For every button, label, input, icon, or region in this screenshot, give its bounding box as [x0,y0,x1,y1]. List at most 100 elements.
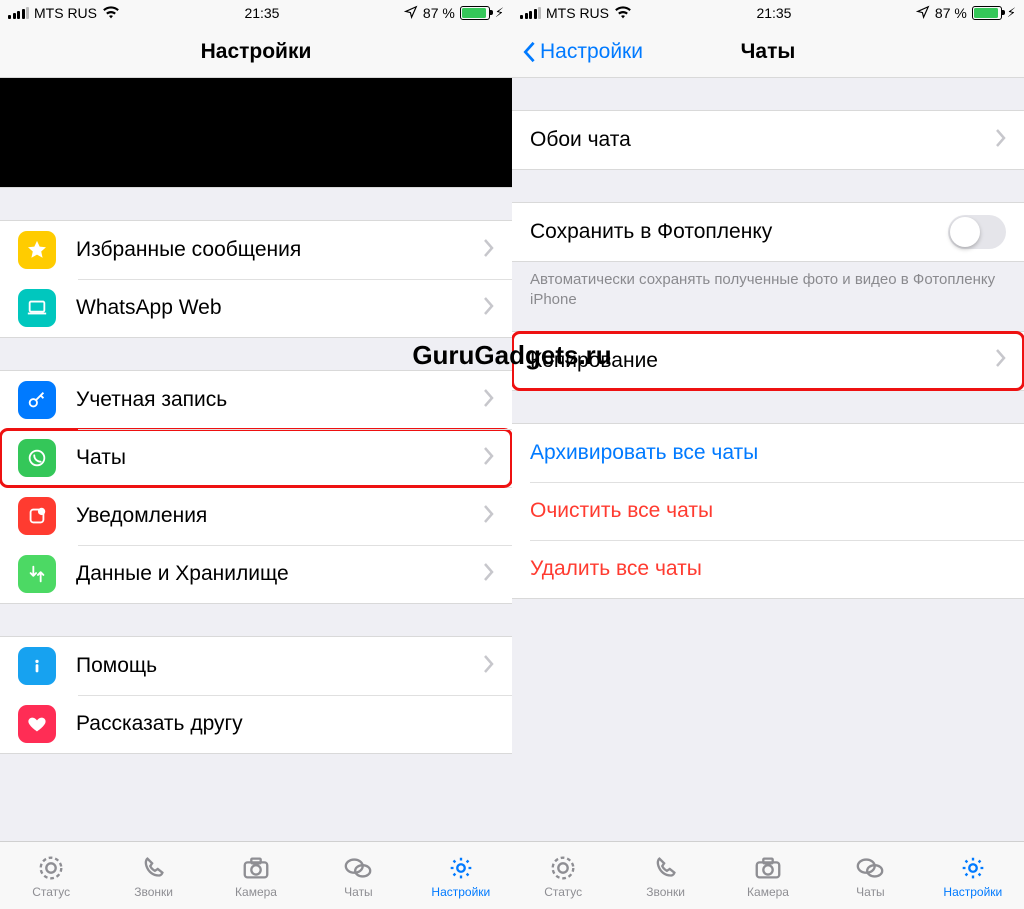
chevron-left-icon [522,41,536,63]
chevron-right-icon [484,239,494,262]
status-bar: MTS RUS 21:35 87 % ⚡︎ [0,0,512,26]
row-account[interactable]: Учетная запись [0,371,512,429]
row-tell-a-friend[interactable]: Рассказать другу [0,695,512,753]
row-label: Очистить все чаты [530,499,1006,523]
location-icon [916,5,930,22]
row-chats[interactable]: Чаты [0,429,512,487]
battery-percent: 87 % [935,5,967,21]
tab-label: Камера [747,885,789,899]
row-starred-messages[interactable]: Избранные сообщения [0,221,512,279]
tab-label: Чаты [344,885,373,899]
row-delete-all[interactable]: Удалить все чаты [512,540,1024,598]
row-label: Избранные сообщения [76,238,484,262]
chevron-right-icon [484,563,494,586]
row-label: Архивировать все чаты [530,441,1006,465]
chevron-right-icon [484,389,494,412]
tab-label: Звонки [646,885,685,899]
wifi-icon [614,5,632,22]
page-title: Настройки [201,40,312,64]
signal-bars-icon [8,7,29,19]
page-title: Чаты [741,40,796,64]
battery-icon [972,6,1002,20]
tab-label: Настройки [943,885,1002,899]
row-label: Учетная запись [76,388,484,412]
tab-label: Звонки [134,885,173,899]
tab-calls[interactable]: Звонки [102,842,204,909]
data-icon [18,555,56,593]
clock: 21:35 [244,5,279,21]
row-label: WhatsApp Web [76,296,484,320]
back-button[interactable]: Настройки [516,26,649,77]
row-label: Данные и Хранилище [76,562,484,586]
tab-settings[interactable]: Настройки [410,842,512,909]
row-label: Помощь [76,654,484,678]
location-icon [404,5,418,22]
battery-icon [460,6,490,20]
row-help[interactable]: Помощь [0,637,512,695]
info-icon [18,647,56,685]
row-whatsapp-web[interactable]: WhatsApp Web [0,279,512,337]
heart-icon [18,705,56,743]
tab-label: Статус [32,885,70,899]
row-data-storage[interactable]: Данные и Хранилище [0,545,512,603]
settings-group-1: Избранные сообщения WhatsApp Web [0,220,512,338]
tab-settings[interactable]: Настройки [922,842,1024,909]
notifications-icon [18,497,56,535]
tab-status[interactable]: Статус [0,842,102,909]
tab-label: Настройки [431,885,490,899]
tab-bar: Статус Звонки Камера Чаты Настройки [0,841,512,909]
settings-group-2: Учетная запись Чаты Уведомления Данные и… [0,370,512,604]
save-note: Автоматически сохранять полученные фото … [512,262,1024,311]
row-save-to-camera-roll[interactable]: Сохранить в Фотопленку [512,203,1024,261]
tab-label: Статус [544,885,582,899]
chats-settings-screen: MTS RUS 21:35 87 % ⚡︎ Настройки Чаты О [512,0,1024,909]
row-label: Рассказать другу [76,712,494,736]
tab-label: Камера [235,885,277,899]
nav-bar: Настройки Чаты [512,26,1024,78]
tab-camera[interactable]: Камера [205,842,307,909]
row-chat-backup[interactable]: Копирование [512,332,1024,390]
row-label: Обои чата [530,128,996,152]
row-archive-all[interactable]: Архивировать все чаты [512,424,1024,482]
chevron-right-icon [484,505,494,528]
tab-camera[interactable]: Камера [717,842,819,909]
settings-screen: MTS RUS 21:35 87 % ⚡︎ Настройки Избранны… [0,0,512,909]
toggle-save-camera[interactable] [948,215,1006,249]
battery-percent: 87 % [423,5,455,21]
carrier-label: MTS RUS [546,5,609,21]
tab-chats[interactable]: Чаты [819,842,921,909]
key-icon [18,381,56,419]
chevron-right-icon [996,129,1006,152]
nav-bar: Настройки [0,26,512,78]
profile-row-redacted[interactable] [0,78,512,188]
settings-group-3: Помощь Рассказать другу [0,636,512,754]
tab-chats[interactable]: Чаты [307,842,409,909]
row-notifications[interactable]: Уведомления [0,487,512,545]
status-bar: MTS RUS 21:35 87 % ⚡︎ [512,0,1024,26]
row-clear-all[interactable]: Очистить все чаты [512,482,1024,540]
tab-status[interactable]: Статус [512,842,614,909]
clock: 21:35 [756,5,791,21]
row-label: Удалить все чаты [530,557,1006,581]
back-label: Настройки [540,40,643,64]
whatsapp-icon [18,439,56,477]
tab-label: Чаты [856,885,885,899]
row-label: Чаты [76,446,484,470]
laptop-icon [18,289,56,327]
tab-calls[interactable]: Звонки [614,842,716,909]
charging-icon: ⚡︎ [495,5,504,21]
charging-icon: ⚡︎ [1007,5,1016,21]
row-chat-wallpaper[interactable]: Обои чата [512,111,1024,169]
chevron-right-icon [484,655,494,678]
row-label: Копирование [530,349,996,373]
wifi-icon [102,5,120,22]
chevron-right-icon [996,349,1006,372]
chevron-right-icon [484,447,494,470]
row-label: Сохранить в Фотопленку [530,220,948,244]
signal-bars-icon [520,7,541,19]
chevron-right-icon [484,297,494,320]
carrier-label: MTS RUS [34,5,97,21]
row-label: Уведомления [76,504,484,528]
star-icon [18,231,56,269]
tab-bar: Статус Звонки Камера Чаты Настройки [512,841,1024,909]
